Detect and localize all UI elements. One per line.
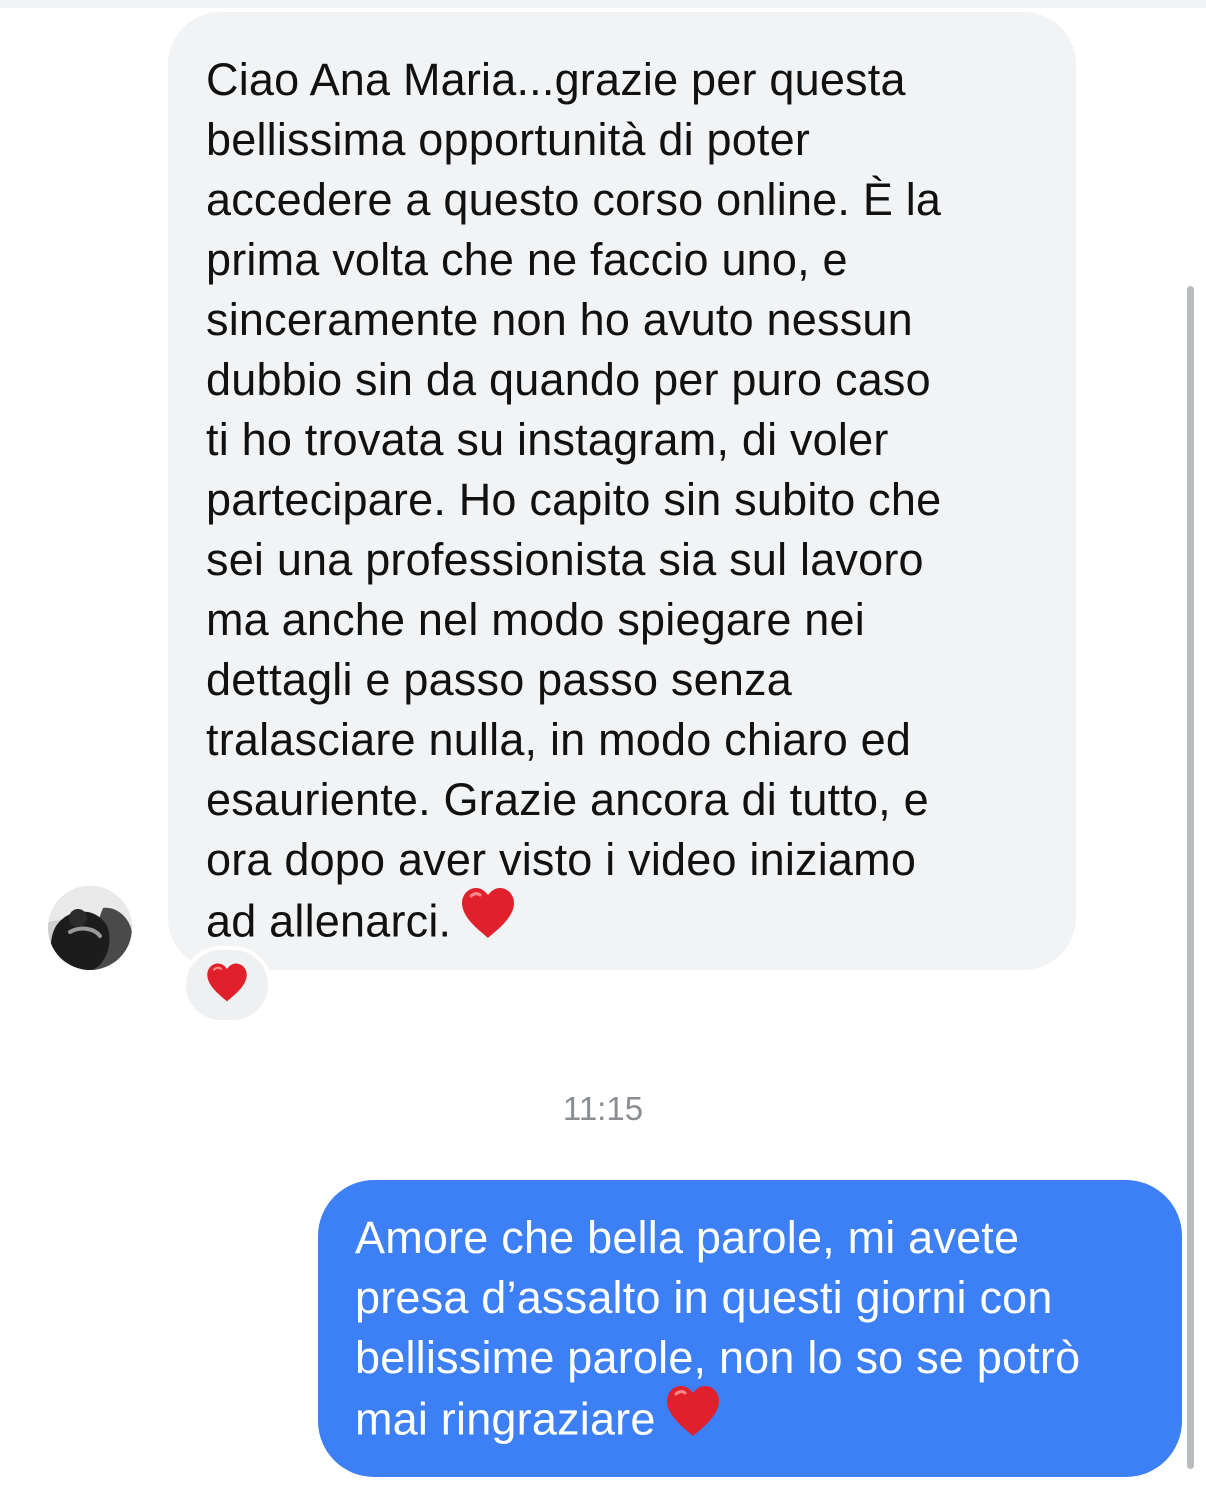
- incoming-message-text: Ciao Ana Maria...grazie per questa belli…: [206, 50, 1042, 959]
- red-heart-icon: [205, 962, 249, 1008]
- chat-thread[interactable]: Ciao Ana Maria...grazie per questa belli…: [0, 0, 1206, 1493]
- red-heart-icon: [459, 886, 517, 955]
- message-timestamp: 11:15: [562, 1090, 644, 1127]
- outgoing-message-bubble[interactable]: Amore che bella parole, mi avete presa d…: [318, 1180, 1182, 1477]
- scrollbar[interactable]: [1187, 286, 1194, 1469]
- incoming-message-bubble[interactable]: Ciao Ana Maria...grazie per questa belli…: [168, 12, 1076, 970]
- outgoing-message-text: Amore che bella parole, mi avete presa d…: [355, 1208, 1152, 1457]
- heart-reaction-badge[interactable]: [182, 946, 272, 1024]
- contact-avatar[interactable]: [48, 886, 132, 970]
- red-heart-icon: [664, 1384, 722, 1453]
